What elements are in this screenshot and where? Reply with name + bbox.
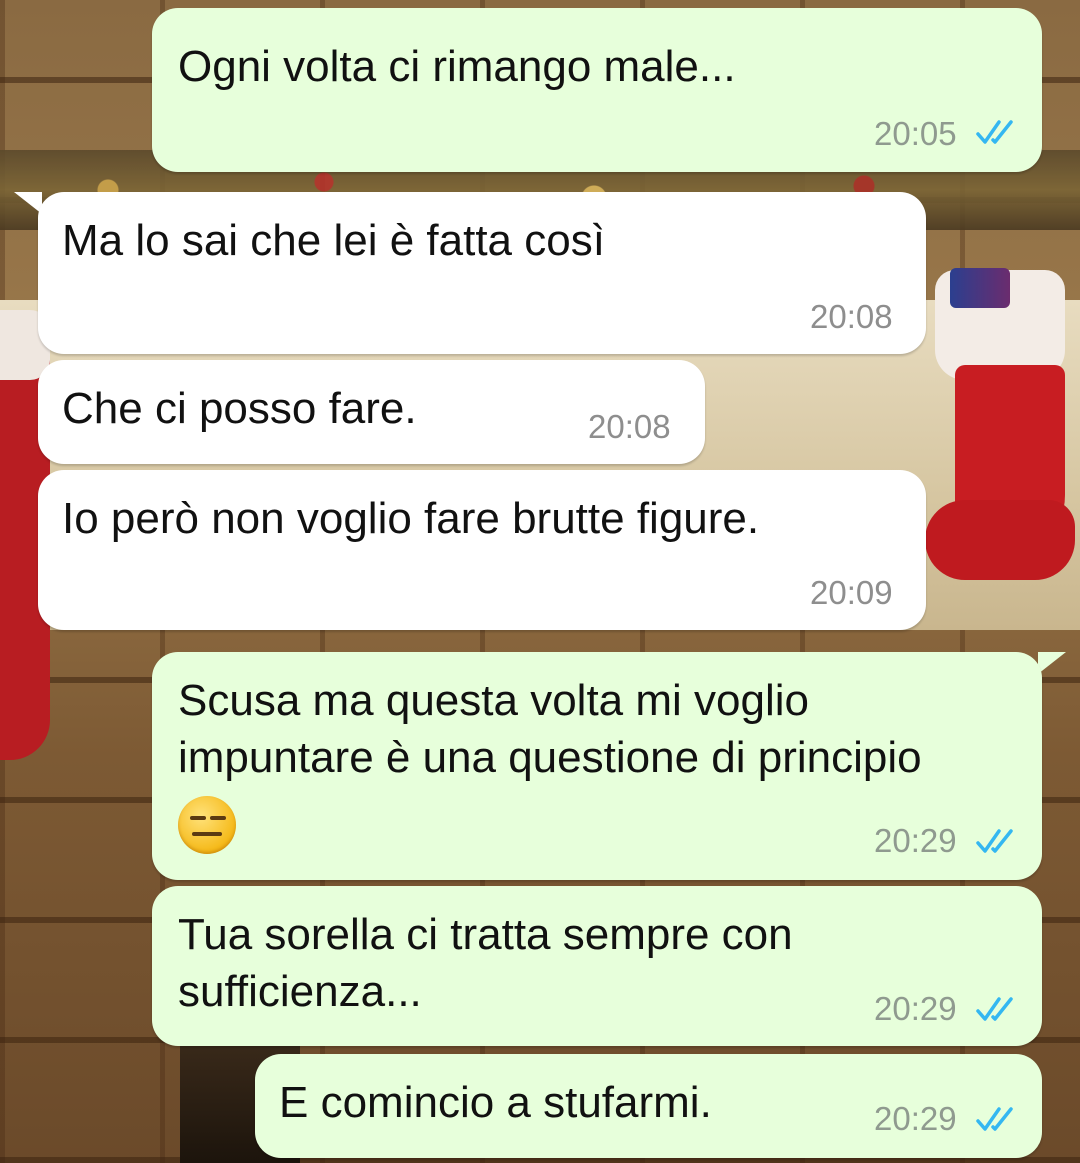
message-bubble-incoming[interactable]: Io però non voglio fare brutte figure. 2…: [38, 470, 926, 630]
read-double-check-icon: [976, 120, 1013, 144]
wallpaper-gift: [950, 268, 1010, 308]
message-text: Ma lo sai che lei è fatta così: [62, 216, 605, 265]
message-bubble-outgoing[interactable]: E comincio a stufarmi. 20:29: [255, 1054, 1042, 1158]
message-timestamp: 20:29: [874, 990, 957, 1027]
message-bubble-incoming[interactable]: Ma lo sai che lei è fatta così 20:08: [38, 192, 926, 354]
read-double-check-icon: [976, 997, 1013, 1021]
message-text: Scusa ma questa volta mi voglio: [178, 676, 809, 725]
message-timestamp: 20:29: [874, 822, 957, 859]
message-text: sufficienza...: [178, 967, 422, 1016]
message-text: Tua sorella ci tratta sempre con: [178, 910, 793, 959]
message-timestamp: 20:09: [810, 574, 893, 611]
wallpaper-stocking-right: [925, 270, 1080, 590]
message-text: impuntare è una questione di principio: [178, 733, 922, 782]
message-timestamp: 20:08: [588, 408, 671, 445]
message-bubble-outgoing[interactable]: Ogni volta ci rimango male... 20:05: [152, 8, 1042, 172]
message-timestamp: 20:05: [874, 115, 957, 152]
message-text: E comincio a stufarmi.: [279, 1078, 712, 1127]
message-text: Che ci posso fare.: [62, 384, 417, 433]
expressionless-face-icon: [178, 796, 236, 854]
message-timestamp: 20:08: [810, 298, 893, 335]
message-timestamp: 20:29: [874, 1100, 957, 1137]
message-bubble-incoming[interactable]: Che ci posso fare. 20:08: [38, 360, 705, 464]
message-text: Io però non voglio fare brutte figure.: [62, 494, 760, 543]
bubble-tail: [1038, 652, 1066, 674]
message-text: Ogni volta ci rimango male...: [178, 42, 736, 91]
read-double-check-icon: [976, 1107, 1013, 1131]
message-bubble-outgoing[interactable]: Tua sorella ci tratta sempre con suffici…: [152, 886, 1042, 1046]
read-double-check-icon: [976, 829, 1013, 853]
message-bubble-outgoing[interactable]: Scusa ma questa volta mi voglio impuntar…: [152, 652, 1042, 880]
